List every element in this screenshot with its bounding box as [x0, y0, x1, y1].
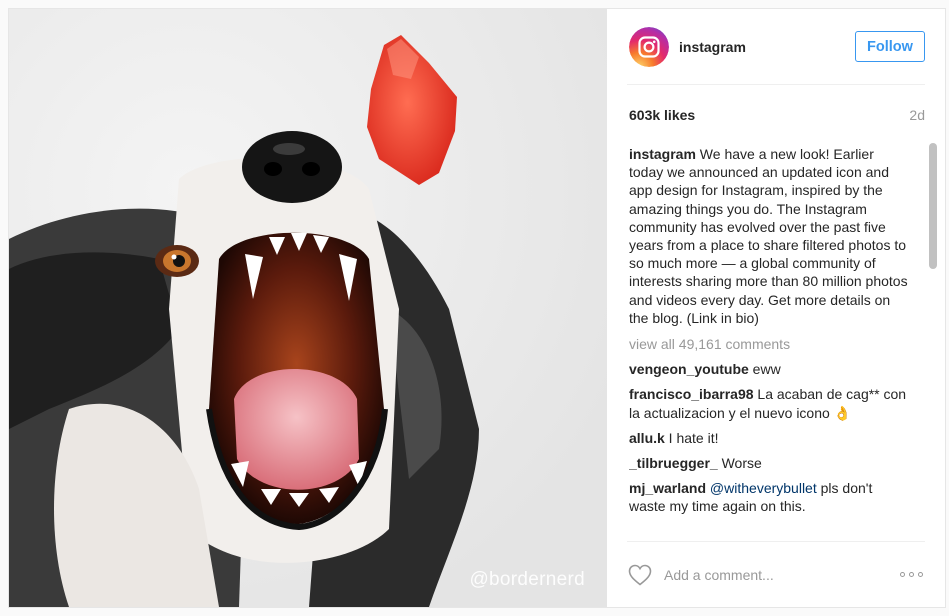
post-photo[interactable]: @bordernerd: [9, 9, 607, 607]
post-card: @bordernerd instagram Follow 603k likes …: [8, 8, 946, 608]
post-header: instagram Follow: [627, 9, 925, 85]
caption-text: We have a new look! Earlier today we ann…: [629, 146, 908, 326]
comment-mention[interactable]: @witheverybullet: [710, 480, 817, 496]
comments-scrollbar[interactable]: [929, 143, 937, 541]
dot-icon: [909, 572, 914, 577]
comment-item: mj_warland @witheverybullet pls don't wa…: [629, 479, 909, 515]
post-sidebar: instagram Follow 603k likes 2d instagram…: [607, 9, 945, 607]
comments-list: instagram We have a new look! Earlier to…: [629, 145, 909, 537]
post-footer: [627, 541, 925, 607]
comment-text: eww: [748, 361, 781, 378]
likes-row: 603k likes 2d: [629, 107, 925, 123]
comment-username[interactable]: vengeon_youtube: [629, 361, 749, 377]
comment-username[interactable]: allu.k: [629, 430, 665, 446]
caption-username[interactable]: instagram: [629, 146, 696, 162]
account-username[interactable]: instagram: [679, 39, 746, 55]
dog-photo-illustration: [9, 9, 607, 607]
dot-icon: [900, 572, 905, 577]
instagram-logo-icon[interactable]: [629, 26, 669, 67]
comment-text: I hate it!: [664, 429, 719, 446]
post-age[interactable]: 2d: [909, 107, 925, 123]
dot-icon: [918, 572, 923, 577]
comment-username[interactable]: mj_warland: [629, 480, 706, 496]
add-comment-input[interactable]: [664, 566, 864, 583]
comment-text: Worse: [717, 455, 762, 472]
comment-item: _tilbruegger_ Worse: [629, 454, 909, 472]
likes-count[interactable]: 603k likes: [629, 107, 695, 123]
heart-icon[interactable]: [628, 564, 652, 586]
more-options-icon[interactable]: [900, 572, 923, 577]
post-caption: instagram We have a new look! Earlier to…: [629, 145, 909, 327]
photo-watermark: @bordernerd: [469, 569, 585, 590]
comment-username[interactable]: francisco_ibarra98: [629, 386, 754, 402]
scrollbar-thumb[interactable]: [929, 143, 937, 269]
follow-button[interactable]: Follow: [855, 31, 925, 62]
comment-username[interactable]: _tilbruegger_: [629, 455, 718, 471]
comment-item: vengeon_youtube eww: [629, 360, 909, 378]
comment-item: francisco_ibarra98 La acaban de cag** co…: [629, 385, 909, 421]
view-all-comments-link[interactable]: view all 49,161 comments: [629, 335, 909, 353]
comment-item: allu.k I hate it!: [629, 429, 909, 447]
